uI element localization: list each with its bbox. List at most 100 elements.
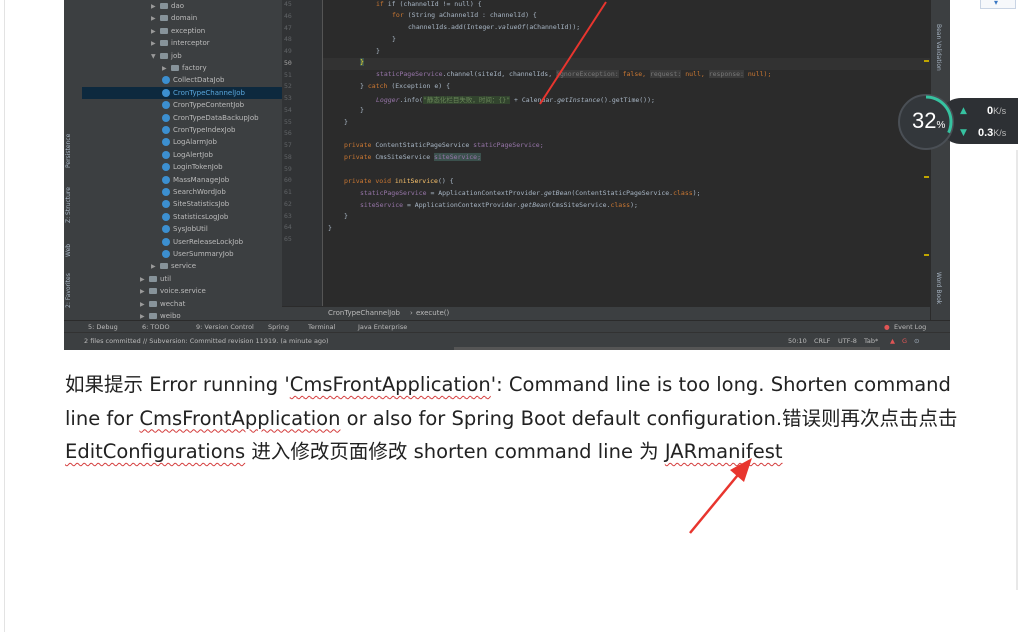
tree-class-item[interactable]: MassManageJob [82,174,282,186]
line-number: 56 [284,129,292,138]
line-number-gutter: 45 46 47 48 49 50 51 52 53 54 55 56 57 58 59 60 61 62 63 64… [282,0,323,306]
tree-class-item[interactable]: SysJobUtil [82,223,282,235]
tree-folder-item[interactable]: ▶ exception [82,25,282,37]
code-line-62: siteService = ApplicationContextProvider… [360,201,638,209]
breadcrumb-method[interactable]: execute() [416,309,449,317]
spring-tab[interactable]: Spring [268,323,289,331]
chevron-right-icon[interactable]: ▶ [151,261,160,273]
tree-class-item[interactable]: UserReleaseLockJob [82,236,282,248]
event-log-tab[interactable]: Event Log [894,323,926,331]
persistence-tool-tab[interactable]: Persistence [65,118,81,168]
tree-class-item[interactable]: LogAlarmJob [82,136,282,148]
chevron-right-icon[interactable]: ▶ [151,38,160,50]
java-enterprise-tab[interactable]: Java Enterprise [358,323,407,331]
tree-item-label: LogAlarmJob [173,138,217,147]
tree-class-item[interactable]: CronTypeIndexJob [82,124,282,136]
line-number: 46 [284,11,292,20]
line-number: 55 [284,117,292,126]
folder-icon [149,313,157,319]
tree-folder-item[interactable]: ▶ domain [82,12,282,24]
tree-class-item[interactable]: CronTypeDataBackupJob [82,112,282,124]
tree-class-item[interactable]: CronTypeChannelJob [82,86,282,99]
tree-item-label: CronTypeDataBackupJob [173,113,259,122]
tree-folder-item[interactable]: ▶ voice.service [82,285,282,297]
tree-item-label: voice.service [160,287,206,296]
code-line-61: staticPageService = ApplicationContextPr… [360,189,701,197]
web-tool-tab[interactable]: Web [65,232,81,257]
code-line-50: } [360,58,364,66]
todo-tab[interactable]: 6: TODO [142,323,170,331]
line-number: 64 [284,223,292,232]
tree-item-label: domain [171,14,198,23]
line-separator[interactable]: CRLF [814,337,830,345]
horizontal-scrollbar[interactable] [454,347,880,350]
network-speed-widget: 32% ▲ ▼ 0K/s 0.3K/s [898,94,1018,150]
tree-folder-item[interactable]: ▼ job [82,50,282,62]
tree-class-item[interactable]: SearchWordJob [82,186,282,198]
tree-class-item[interactable]: UserSummaryJob [82,248,282,260]
chevron-right-icon[interactable]: ▶ [140,299,149,311]
scroll-marker [924,60,929,62]
tree-folder-item[interactable]: ▶ factory [82,62,282,74]
class-icon [162,175,170,184]
tree-class-item[interactable]: SiteStatisticsJob [82,198,282,210]
chevron-right-icon[interactable]: ▶ [162,63,171,75]
structure-tool-tab[interactable]: Z: Structure [65,175,81,223]
tree-folder-item[interactable]: ▶ interceptor [82,37,282,49]
tree-folder-item[interactable]: ▶ dao [82,0,282,12]
breadcrumb-separator: › [410,309,413,317]
line-number: 52 [284,82,292,91]
current-line-highlight [323,58,932,70]
tree-item-label: CronTypeIndexJob [173,126,236,134]
ide-screenshot: Persistence Z: Structure Web 2: Favorite… [64,0,950,350]
indent-setting[interactable]: Tab* [864,337,878,345]
bean-validation-tool-tab[interactable]: Bean Validation [935,24,942,84]
code-editor[interactable]: 45 46 47 48 49 50 51 52 53 54 55 56 57 58 59 60 61 62 63 64… [282,0,932,306]
line-number: 59 [284,164,292,173]
chevron-right-icon[interactable]: ▶ [140,274,149,286]
line-number: 57 [284,141,292,149]
breadcrumb-class[interactable]: CronTypeChannelJob [328,309,400,317]
tree-folder-item[interactable]: ▶ util [82,273,282,285]
tree-item-label: SysJobUtil [173,225,208,234]
word-book-tool-tab[interactable]: Word Book [935,272,942,316]
favorites-tool-tab[interactable]: 2: Favorites [65,268,81,308]
document-paragraph: 如果提示 Error running 'CmsFrontApplication'… [65,373,958,463]
version-control-tab[interactable]: 9: Version Control [196,323,254,331]
tree-item-label: CronTypeContentJob [173,101,245,110]
chevron-down-icon[interactable]: ▼ [151,51,160,63]
chevron-right-icon[interactable]: ▶ [151,26,160,38]
folder-icon [149,288,157,295]
editor-breadcrumb: CronTypeChannelJob › execute() [282,306,932,321]
code-line-57: private ContentStaticPageService staticP… [344,141,544,149]
caret-position[interactable]: 50:10 [788,337,807,345]
tree-folder-item[interactable]: ▶ wechat [82,298,282,310]
code-line-45: if if (channelId != null) { [376,0,482,8]
terminal-tab[interactable]: Terminal [308,323,335,331]
chevron-right-icon[interactable]: ▶ [151,13,160,25]
debug-tab[interactable]: 5: Debug [88,323,118,331]
tree-class-item[interactable]: CollectDataJob [82,74,282,86]
tree-item-label: MassManageJob [173,175,230,184]
tree-class-item[interactable]: LogAlertJob [82,149,282,161]
line-number: 45 [284,0,292,8]
spellcheck-word: JARmanifest [664,440,783,463]
file-encoding[interactable]: UTF-8 [838,337,857,345]
folder-icon [160,27,168,34]
tree-class-item[interactable]: StatisticsLogJob [82,211,282,223]
chevron-right-icon[interactable]: ▶ [151,1,160,13]
right-tool-window-strip: Bean Validation Word Book [930,0,950,320]
chevron-right-icon[interactable]: ▶ [140,286,149,298]
line-number: 47 [284,23,292,32]
tree-folder-item[interactable]: ▶ service [82,260,282,272]
tree-class-item[interactable]: LoginTokenJob [82,161,282,173]
download-speed: 0.3K/s [978,127,1007,139]
tree-class-item[interactable]: CronTypeContentJob [82,99,282,111]
folder-icon [149,275,157,282]
scroll-top-button[interactable]: ▾ [980,0,1016,9]
tree-item-label: interceptor [171,39,210,48]
code-line-52: } catch (Exception e) { [360,82,451,90]
scroll-marker [924,254,929,256]
folder-icon [160,263,168,270]
tree-item-label: weibo [160,312,181,320]
